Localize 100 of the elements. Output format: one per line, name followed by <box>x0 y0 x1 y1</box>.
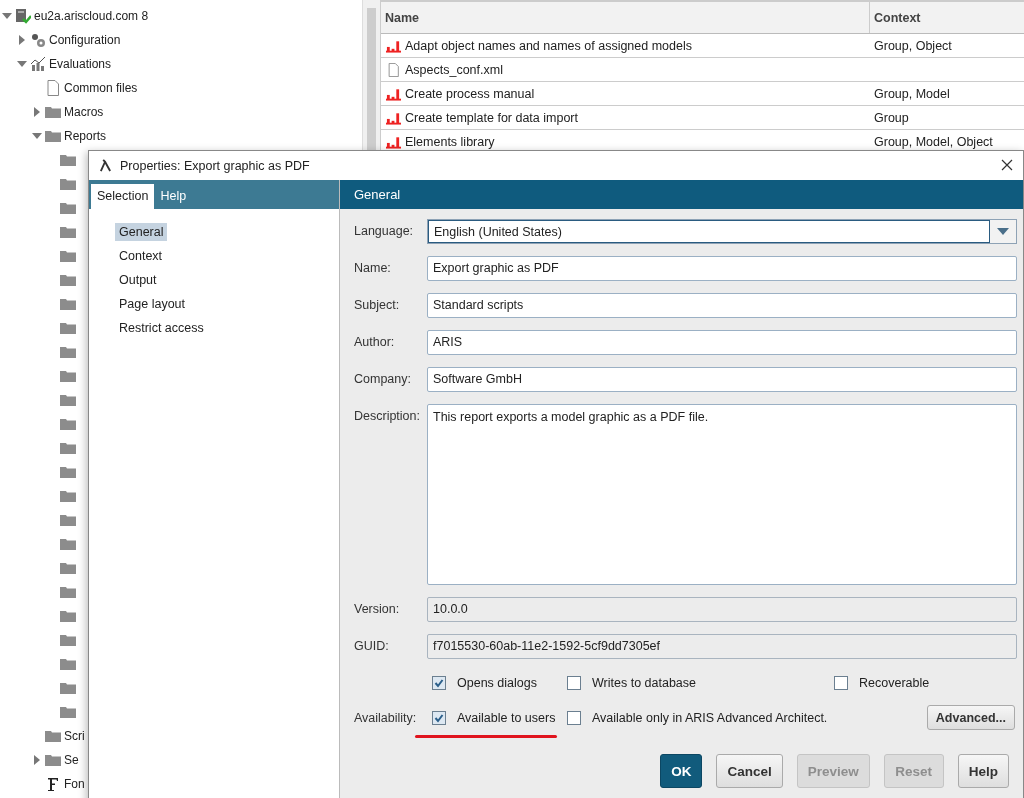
folder-icon <box>60 608 76 624</box>
dialog-button[interactable]: Help <box>957 754 1009 788</box>
folder-icon <box>60 320 76 336</box>
collapse-arrow-icon[interactable] <box>17 59 27 69</box>
readonly-field: f7015530-60ab-11e2-1592-5cf9dd7305ef <box>427 634 1017 659</box>
folder-icon <box>60 392 76 408</box>
description-field[interactable]: This report exports a model graphic as a PDF file. <box>427 404 1017 585</box>
checkbox[interactable] <box>432 676 446 690</box>
chart-icon <box>30 56 46 72</box>
section-header: General <box>340 180 1023 209</box>
tab[interactable]: Help <box>154 184 193 209</box>
checkbox-label[interactable]: Available only in ARIS Advanced Architect. <box>592 710 828 725</box>
dialog-button[interactable]: OK <box>660 754 703 788</box>
nav-item[interactable]: Output <box>115 271 161 289</box>
field-label: Availability: <box>354 709 418 727</box>
field-label: Description: <box>354 408 421 425</box>
tree-item[interactable]: Fon <box>64 777 85 791</box>
table-cell: Create process manual <box>405 86 535 101</box>
field-label: GUID: <box>354 638 390 655</box>
folder-icon <box>45 752 61 768</box>
folder-icon <box>60 464 76 480</box>
folder-icon <box>60 248 76 264</box>
nav-item[interactable]: Restrict access <box>115 319 208 337</box>
folder-icon <box>60 176 76 192</box>
table-cell: Create template for data import <box>405 110 578 125</box>
folder-icon <box>60 344 76 360</box>
folder-icon <box>60 656 76 672</box>
close-icon[interactable] <box>1001 159 1013 171</box>
column-header[interactable]: Name <box>381 2 870 33</box>
font-icon <box>45 776 61 792</box>
folder-icon <box>60 296 76 312</box>
table-cell: Adapt object names and names of assigned models <box>405 38 692 53</box>
input-field[interactable]: Export graphic as PDF <box>427 256 1017 281</box>
folder-icon <box>60 224 76 240</box>
folder-icon <box>60 704 76 720</box>
field-label: Author: <box>354 334 396 351</box>
folder-icon <box>60 152 76 168</box>
input-field[interactable]: Standard scripts <box>427 293 1017 318</box>
tree-item[interactable]: Evaluations <box>49 57 112 71</box>
language-dropdown[interactable]: English (United States) <box>427 219 1017 244</box>
expand-arrow-icon[interactable] <box>32 755 42 765</box>
checkbox[interactable] <box>567 710 581 725</box>
readonly-field: 10.0.0 <box>427 597 1017 622</box>
gears-icon <box>30 32 46 48</box>
folder-icon <box>60 632 76 648</box>
collapse-arrow-icon[interactable] <box>32 131 42 141</box>
tree-item[interactable]: Se <box>64 753 79 767</box>
tree-item[interactable]: eu2a.ariscloud.com 8 <box>34 9 149 23</box>
field-label: Language: <box>354 223 415 240</box>
server-icon <box>15 8 31 24</box>
folder-icon <box>60 368 76 384</box>
dropdown-arrow-icon <box>997 228 1009 235</box>
checkbox-label[interactable]: Opens dialogs <box>457 676 537 690</box>
nav-item[interactable]: Context <box>115 247 167 265</box>
checkbox-label[interactable]: Recoverable <box>859 676 930 690</box>
tree-item[interactable]: Common files <box>64 81 138 95</box>
input-field[interactable]: ARIS <box>427 330 1017 355</box>
checkbox[interactable] <box>567 676 581 690</box>
folder-icon <box>60 416 76 432</box>
folder-icon <box>45 128 61 144</box>
folder-icon <box>60 584 76 600</box>
nav-item[interactable]: General <box>115 223 168 241</box>
checkbox[interactable] <box>834 676 848 690</box>
advanced-button[interactable]: Advanced... <box>926 705 1015 730</box>
table-cell: Group, Model <box>874 86 950 101</box>
folder-icon <box>60 488 76 504</box>
folder-icon <box>60 560 76 576</box>
bar-chart-icon <box>386 38 401 53</box>
bar-chart-icon <box>386 86 401 101</box>
checkbox[interactable] <box>432 710 446 725</box>
table-cell: Elements library <box>405 134 495 149</box>
field-label: Version: <box>354 601 401 618</box>
field-label: Name: <box>354 260 392 277</box>
expand-arrow-icon[interactable] <box>17 35 27 45</box>
checkbox-label[interactable]: Available to users <box>457 710 556 725</box>
folder-icon <box>45 104 61 120</box>
folder-icon <box>60 536 76 552</box>
tree-item[interactable]: Scri <box>64 729 85 743</box>
folder-icon <box>60 512 76 528</box>
file-icon <box>45 80 61 96</box>
table-cell: Group, Model, Object <box>874 134 993 149</box>
collapse-arrow-icon[interactable] <box>2 11 12 21</box>
tree-item[interactable]: Macros <box>64 105 104 119</box>
dialog-button[interactable]: Cancel <box>716 754 783 788</box>
column-header[interactable]: Context <box>870 2 1024 33</box>
nav-item[interactable]: Page layout <box>115 295 190 313</box>
tab[interactable]: Selection <box>91 184 155 209</box>
table-cell: Group, Object <box>874 38 952 53</box>
expand-arrow-icon[interactable] <box>32 107 42 117</box>
table-cell: Aspects_conf.xml <box>405 62 503 77</box>
field-label: Subject: <box>354 297 401 314</box>
checkbox-label[interactable]: Writes to database <box>592 676 696 690</box>
tree-item[interactable]: Configuration <box>49 33 121 47</box>
folder-icon <box>60 680 76 696</box>
bar-chart-icon <box>386 110 401 125</box>
folder-icon <box>60 440 76 456</box>
bar-chart-icon <box>386 134 401 149</box>
tree-item[interactable]: Reports <box>64 129 107 143</box>
folder-icon <box>60 272 76 288</box>
input-field[interactable]: Software GmbH <box>427 367 1017 392</box>
